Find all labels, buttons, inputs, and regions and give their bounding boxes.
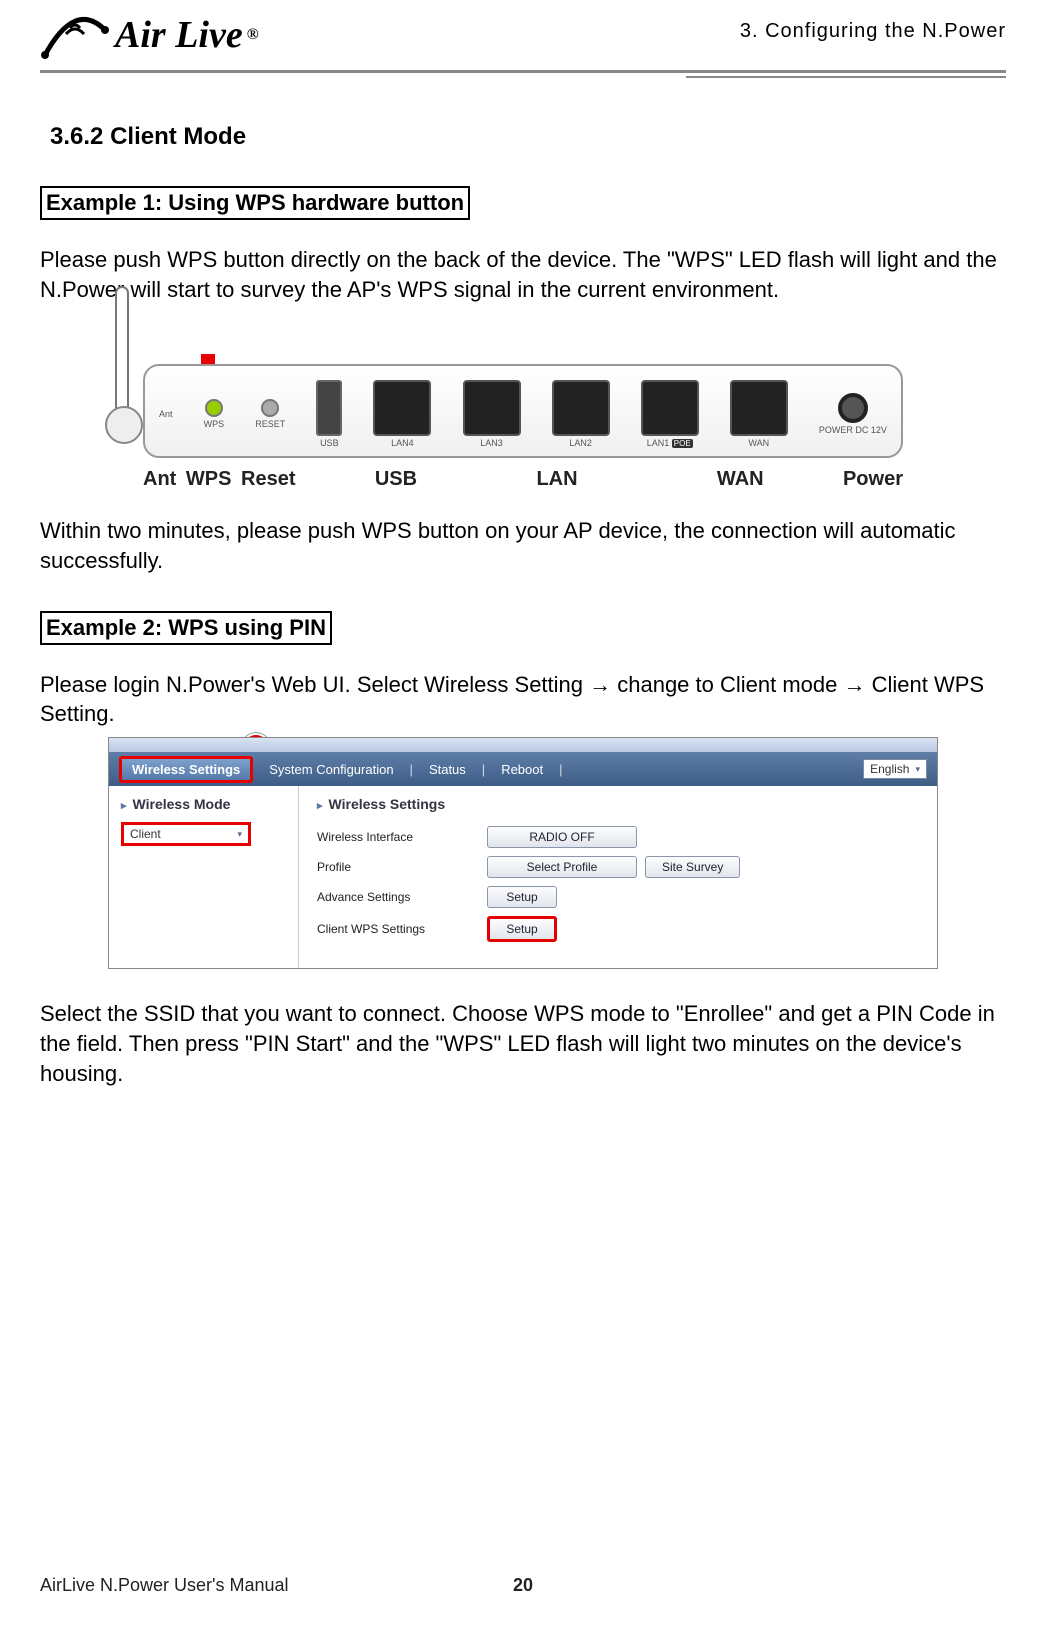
wireless-settings-title: Wireless Settings [317, 796, 919, 812]
client-wps-settings-label: Client WPS Settings [317, 922, 487, 936]
radio-off-button[interactable]: RADIO OFF [487, 826, 637, 848]
tab-system-configuration[interactable]: System Configuration [261, 762, 401, 777]
advance-settings-label: Advance Settings [317, 890, 487, 904]
wireless-mode-title: Wireless Mode [121, 796, 286, 812]
webui-main: Wireless Settings Wireless Interface RAD… [299, 786, 937, 968]
page-header: Air Live ® 3. Configuring the N.Power [40, 10, 1006, 73]
ethernet-port-icon [730, 380, 788, 436]
example2-heading: Example 2: WPS using PIN [40, 611, 332, 645]
row-advance-settings: Advance Settings Setup [317, 886, 919, 908]
wireless-mode-select[interactable]: Client ▾ [121, 822, 251, 846]
ethernet-port-icon [463, 380, 521, 436]
webui-sidebar: Wireless Mode Client ▾ [109, 786, 299, 968]
example2-paragraph2: Select the SSID that you want to connect… [40, 999, 1006, 1088]
wan-port: WAN [730, 380, 788, 448]
header-subline [686, 76, 1006, 78]
profile-label: Profile [317, 860, 487, 874]
wps-button: WPS [204, 399, 225, 429]
advance-setup-button[interactable]: Setup [487, 886, 557, 908]
antenna-base-icon [105, 406, 143, 444]
label-reset: Reset [241, 468, 295, 491]
nav-separator-icon: | [482, 762, 485, 777]
tab-reboot[interactable]: Reboot [493, 762, 551, 777]
label-usb: USB [375, 468, 417, 491]
webui-screenshot: 1 2 3 Wireless Settings System Configura… [108, 737, 938, 969]
chapter-title: 3. Configuring the N.Power [740, 10, 1006, 43]
ethernet-port-icon [373, 380, 431, 436]
lan2-port: LAN2 [552, 380, 610, 448]
ant-port: Ant [159, 409, 173, 419]
usb-port-icon [316, 380, 342, 436]
antenna-icon [115, 286, 129, 416]
page-footer: AirLive N.Power User's Manual 20 [40, 1575, 1006, 1596]
brand-name: Air Live [115, 13, 243, 57]
section-title: 3.6.2 Client Mode [50, 123, 1006, 151]
example1-paragraph2: Within two minutes, please push WPS butt… [40, 516, 1006, 575]
label-wan: WAN [717, 468, 764, 491]
select-profile-button[interactable]: Select Profile [487, 856, 637, 878]
footer-manual-name: AirLive N.Power User's Manual [40, 1575, 289, 1596]
language-value: English [870, 762, 909, 776]
row-profile: Profile Select Profile Site Survey [317, 856, 919, 878]
reset-button: RESET [255, 399, 285, 429]
device-label-row: Ant WPS Reset USB LAN WAN Power [143, 468, 903, 491]
lan1-port: LAN1 POE [641, 380, 699, 448]
wireless-interface-label: Wireless Interface [317, 830, 487, 844]
webui-nav: Wireless Settings System Configuration |… [109, 752, 937, 786]
footer-page-number: 20 [513, 1575, 533, 1596]
example1-paragraph1: Please push WPS button directly on the b… [40, 245, 1006, 304]
reset-hole-icon [261, 399, 279, 417]
device-body: Ant WPS RESET USB LAN4 LAN3 LAN2 LAN1 PO… [143, 364, 903, 458]
brand-logo: Air Live ® [40, 10, 259, 60]
ethernet-port-icon [641, 380, 699, 436]
wireless-mode-value: Client [130, 827, 161, 841]
chevron-down-icon: ▾ [237, 829, 242, 840]
wps-led-icon [205, 399, 223, 417]
site-survey-button[interactable]: Site Survey [645, 856, 740, 878]
chevron-down-icon: ▾ [915, 764, 920, 775]
label-ant: Ant [143, 468, 176, 491]
language-select[interactable]: English ▾ [863, 759, 927, 779]
client-wps-setup-button[interactable]: Setup [487, 916, 557, 942]
lan4-port: LAN4 [373, 380, 431, 448]
nav-separator-icon: | [559, 762, 562, 777]
label-lan: LAN [536, 468, 577, 491]
lan3-port: LAN3 [463, 380, 521, 448]
ethernet-port-icon [552, 380, 610, 436]
webui-topbar [109, 738, 937, 752]
logo-arc-icon [40, 10, 110, 60]
example2-paragraph1: Please login N.Power's Web UI. Select Wi… [40, 670, 1006, 729]
power-jack: POWER DC 12V [819, 393, 887, 435]
usb-port: USB [316, 380, 342, 448]
tab-status[interactable]: Status [421, 762, 474, 777]
nav-separator-icon: | [410, 762, 413, 777]
label-power: Power [843, 468, 903, 491]
row-wireless-interface: Wireless Interface RADIO OFF [317, 826, 919, 848]
registered-icon: ® [247, 26, 259, 44]
tab-wireless-settings[interactable]: Wireless Settings [119, 756, 253, 783]
device-illustration: Passive POE Port Ant WPS RESET USB LAN4 … [143, 364, 903, 491]
power-jack-icon [838, 393, 868, 423]
row-client-wps-settings: Client WPS Settings Setup [317, 916, 919, 942]
label-wps: WPS [186, 468, 232, 491]
example1-heading: Example 1: Using WPS hardware button [40, 186, 470, 220]
